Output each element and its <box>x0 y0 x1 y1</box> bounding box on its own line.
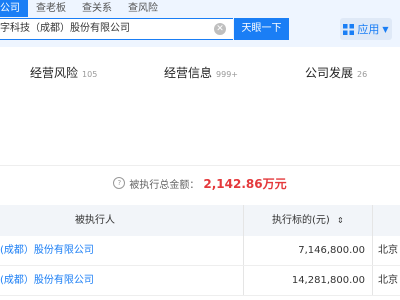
chevron-down-icon: ▼ <box>382 24 389 34</box>
tab-count: 105 <box>82 70 98 79</box>
court-cell: 北京 <box>378 275 398 286</box>
tab-label: 经营信息 <box>164 66 213 80</box>
amount-cell: 7,146,800.00 <box>298 245 365 256</box>
column-divider <box>372 266 373 295</box>
column-header-party: 被执行人 <box>75 215 115 226</box>
tab-risk[interactable]: 查风险 <box>120 0 166 17</box>
search-button[interactable]: 天眼一下 <box>234 18 289 40</box>
column-divider <box>243 266 244 295</box>
search-header: 公司 查老板 查关系 查风险 ✕ 天眼一下 应用 ▼ <box>0 0 400 47</box>
tab-boss[interactable]: 查老板 <box>28 0 74 17</box>
search-box: ✕ <box>0 18 233 40</box>
table-row: (成都）股份有限公司 14,281,800.00 北京 <box>0 266 400 296</box>
tab-label: 经营风险 <box>30 66 79 80</box>
search-type-tabs: 公司 查老板 查关系 查风险 <box>0 0 166 17</box>
tab-relation[interactable]: 查关系 <box>74 0 120 17</box>
court-cell: 北京 <box>378 245 398 256</box>
apps-grid-icon <box>343 23 355 35</box>
tab-count: 999+ <box>216 70 238 79</box>
column-divider <box>372 205 373 236</box>
apps-button[interactable]: 应用 ▼ <box>340 18 392 40</box>
column-divider <box>243 205 244 236</box>
sort-icon[interactable]: ⇕ <box>337 205 344 236</box>
column-header-amount[interactable]: 执行标的(元) <box>272 205 330 236</box>
table-header: 被执行人 执行标的(元) ⇕ <box>0 205 400 236</box>
column-divider <box>243 236 244 265</box>
search-input[interactable] <box>0 19 205 39</box>
execution-summary: ? 被执行总金额： 2,142.86万元 <box>0 168 400 198</box>
apps-label: 应用 <box>357 23 380 36</box>
tab-company[interactable]: 公司 <box>0 0 28 17</box>
party-link[interactable]: (成都）股份有限公司 <box>0 266 94 296</box>
summary-label: 被执行总金额： <box>129 179 200 191</box>
tab-business-risk[interactable]: 经营风险 105 <box>30 58 97 88</box>
summary-amount: 2,142.86万元 <box>203 176 287 191</box>
column-divider <box>372 236 373 265</box>
tab-company-development[interactable]: 公司发展 26 <box>305 58 367 88</box>
table-row: (成都）股份有限公司 7,146,800.00 北京 <box>0 236 400 266</box>
tab-label: 公司发展 <box>305 66 354 80</box>
info-icon[interactable]: ? <box>113 177 126 189</box>
tab-count: 26 <box>357 70 368 79</box>
amount-cell: 14,281,800.00 <box>291 275 365 286</box>
party-link[interactable]: (成都）股份有限公司 <box>0 236 94 266</box>
main-tabs: 经营风险 105 经营信息 999+ 公司发展 26 <box>0 58 400 88</box>
clear-icon[interactable]: ✕ <box>214 23 226 35</box>
divider <box>0 165 400 166</box>
tab-business-info[interactable]: 经营信息 999+ <box>164 58 238 88</box>
